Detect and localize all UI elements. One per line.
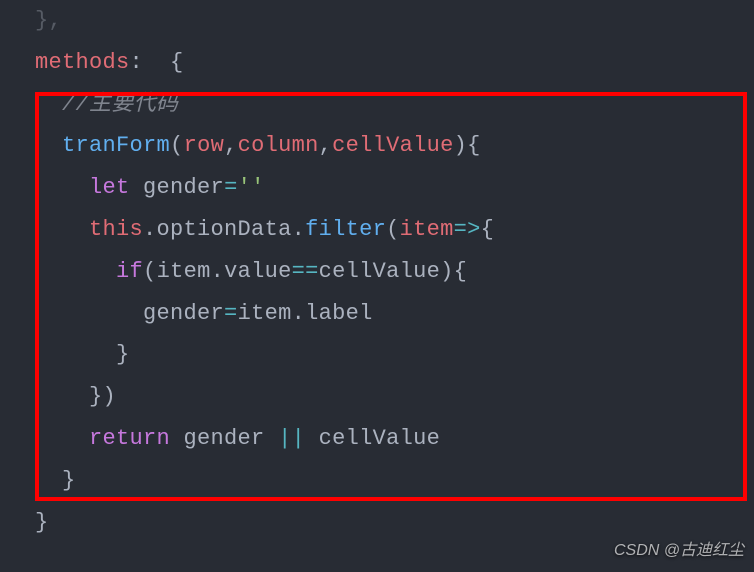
param-cellvalue: cellValue: [332, 133, 454, 158]
code-line: methods: {: [8, 42, 754, 84]
code-line: //主要代码: [8, 84, 754, 126]
prop-label: label: [305, 301, 373, 326]
var-gender: gender: [143, 175, 224, 200]
code-line: }: [8, 460, 754, 502]
operator-eqeq: ==: [292, 259, 319, 284]
function-name: tranForm: [62, 133, 170, 158]
code-line: if(item.value==cellValue){: [8, 251, 754, 293]
string-empty: '': [238, 175, 265, 200]
var-item: item: [238, 301, 292, 326]
operator-eq: =: [224, 301, 238, 326]
operator-or: ||: [278, 426, 305, 451]
code-line: },: [8, 0, 754, 42]
prop-value: value: [224, 259, 292, 284]
code-line: tranForm(row,column,cellValue){: [8, 125, 754, 167]
code-line: gender=item.label: [8, 293, 754, 335]
code-line: this.optionData.filter(item=>{: [8, 209, 754, 251]
brace: {: [143, 50, 184, 75]
code-block: }, methods: { //主要代码 tranForm(row,column…: [0, 0, 754, 543]
prop-optiondata: optionData: [157, 217, 292, 242]
arrow: =>: [454, 217, 481, 242]
code-line: }: [8, 334, 754, 376]
brace: }: [35, 510, 49, 535]
watermark: CSDN @古迪红尘: [614, 536, 744, 566]
param-item: item: [400, 217, 454, 242]
var-item: item: [157, 259, 211, 284]
brace: }: [116, 342, 130, 367]
property-methods: methods: [35, 50, 130, 75]
method-filter: filter: [305, 217, 386, 242]
var-cellvalue: cellValue: [319, 426, 441, 451]
operator-eq: =: [224, 175, 238, 200]
param-row: row: [184, 133, 225, 158]
keyword-if: if: [116, 259, 143, 284]
brace: }: [62, 468, 76, 493]
param-column: column: [238, 133, 319, 158]
code-line: return gender || cellValue: [8, 418, 754, 460]
keyword-this: this: [89, 217, 143, 242]
code-line: let gender='': [8, 167, 754, 209]
colon: :: [130, 50, 144, 75]
comment: //主要代码: [62, 92, 178, 117]
var-gender: gender: [143, 301, 224, 326]
var-gender: gender: [184, 426, 265, 451]
var-cellvalue: cellValue: [319, 259, 441, 284]
brace: }): [89, 384, 116, 409]
keyword-let: let: [89, 175, 130, 200]
brace: },: [8, 8, 62, 33]
keyword-return: return: [89, 426, 170, 451]
code-line: }): [8, 376, 754, 418]
